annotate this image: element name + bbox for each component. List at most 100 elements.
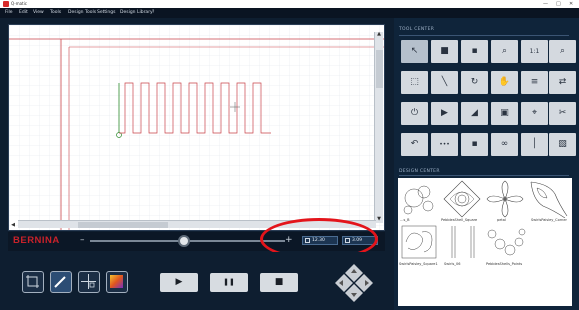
play-button[interactable]: ▶ (160, 273, 198, 292)
color-tool-button[interactable] (106, 271, 128, 293)
canvas-grid (9, 25, 384, 230)
menu-settings[interactable]: Settings (97, 8, 115, 18)
pause-button[interactable]: ❚❚ (210, 273, 248, 292)
play-icon: ▶ (175, 277, 183, 287)
minimize-button[interactable]: — (543, 0, 548, 8)
menu-file[interactable]: File (5, 8, 13, 18)
design-label-1: …s_B (400, 218, 410, 222)
design-label-2: PebblesShell_Square (441, 218, 478, 222)
hand-icon: ✋ (498, 77, 511, 87)
magic-wand-icon: ╲ (441, 77, 448, 87)
zoom-fit-icon: 1:1 (529, 48, 540, 55)
rotate-icon: ↻ (470, 77, 479, 87)
pen-icon (54, 276, 66, 288)
link-icon: ∞ (500, 139, 509, 149)
scroll-down-icon[interactable]: ▼ (375, 215, 383, 223)
tool-button-zoom-fit[interactable]: 1:1 (521, 40, 548, 63)
design-thumb-4[interactable] (529, 180, 569, 218)
tool-button-frame[interactable]: ▣ (491, 102, 518, 125)
tool-button-power[interactable]: ⏻ (401, 102, 428, 125)
tool-button-arrow-right[interactable]: ▶ (431, 102, 458, 125)
tool-button-crosshair[interactable]: ⌖ (521, 102, 548, 125)
frame-icon: ▣ (500, 108, 509, 118)
node-edit-icon: ▪ (471, 46, 478, 56)
tool-button-align[interactable]: ≡ (521, 71, 548, 94)
design-thumb-3[interactable] (485, 179, 525, 219)
stop-square-icon: ■ (440, 46, 449, 56)
close-button[interactable]: ✕ (569, 0, 573, 8)
crosshair-tool-button[interactable] (78, 271, 100, 293)
tool-button-select-arrow[interactable]: ↖ (401, 40, 428, 63)
tool-button-undo[interactable]: ↶ (401, 133, 428, 156)
scroll-left-icon[interactable]: ◀ (9, 221, 17, 229)
tool-button-scissors[interactable]: ✂ (549, 102, 576, 125)
move-icon: ⬚ (410, 77, 419, 87)
tool-button-ruler[interactable]: │ (521, 133, 548, 156)
stop-button[interactable]: ■ (260, 273, 298, 292)
maximize-button[interactable]: □ (556, 0, 561, 8)
design-thumb-6[interactable] (444, 224, 482, 260)
design-thumb-5[interactable] (400, 224, 438, 260)
tool-button-rotate[interactable]: ↻ (461, 71, 488, 94)
menu-view[interactable]: View (33, 8, 44, 18)
tool-button-mirror[interactable]: ◢ (461, 102, 488, 125)
menu-design-library[interactable]: Design Library (120, 8, 153, 18)
design-label-6: Swirls_06 (444, 262, 461, 266)
design-center-title: DESIGN CENTER (399, 169, 440, 174)
design-thumb-7[interactable] (486, 224, 526, 260)
tool-button-export[interactable]: ▧ (549, 133, 576, 156)
tool-button-magic-wand[interactable]: ╲ (431, 71, 458, 94)
horizontal-scroll-thumb[interactable] (78, 222, 168, 228)
scroll-up-icon[interactable]: ▲ (375, 30, 383, 38)
tool-button-flip[interactable]: ⇄ (549, 71, 576, 94)
design-label-3: petal (497, 218, 506, 222)
pause-icon: ❚❚ (223, 278, 235, 286)
title-bar: Q-matic — □ ✕ (0, 0, 579, 8)
export-icon: ▧ (558, 139, 567, 149)
design-label-5: SwirlsPaisley_Square1 (399, 262, 438, 266)
ruler-icon: │ (531, 139, 538, 149)
tool-center-title: TOOL CENTER (399, 27, 435, 32)
tool-button-zoom-out[interactable]: ⌕ (549, 40, 576, 63)
undo-icon: ↶ (410, 139, 419, 149)
arrow-right-icon: ▶ (441, 108, 448, 118)
zoom-out-icon: ⌕ (559, 46, 566, 56)
split-icon: ▪ (471, 139, 478, 149)
direction-pad (333, 262, 375, 304)
tool-button-hand[interactable]: ✋ (491, 71, 518, 94)
mirror-icon: ◢ (471, 108, 478, 118)
bernina-logo: BERNINA (13, 235, 60, 246)
tool-button-split[interactable]: ▪ (461, 133, 488, 156)
zoom-out-button[interactable]: – (80, 234, 85, 246)
quilting-canvas[interactable] (8, 24, 385, 231)
tool-button-node-edit[interactable]: ▪ (461, 40, 488, 63)
tool-button-stitch-repeat[interactable]: ••• (431, 133, 458, 156)
tool-center-divider (399, 35, 569, 36)
scissors-icon: ✂ (558, 108, 567, 118)
tool-button-link[interactable]: ∞ (491, 133, 518, 156)
menu-help[interactable]: ? (152, 8, 154, 18)
tool-button-zoom[interactable]: ⌕ (491, 40, 518, 63)
menu-tools[interactable]: Tools (50, 8, 61, 18)
menu-design-tools[interactable]: Design Tools (68, 8, 96, 18)
zoom-icon: ⌕ (501, 46, 508, 56)
app-window: Q-matic — □ ✕ File Edit View Tools Desig… (0, 0, 579, 310)
design-thumb-1[interactable] (400, 180, 438, 216)
design-label-4: SwirlsPaisley_Corner (531, 218, 567, 222)
align-icon: ≡ (530, 77, 539, 87)
color-palette-icon (110, 275, 123, 288)
tool-button-stop-square[interactable]: ■ (431, 40, 458, 63)
zoom-slider-handle[interactable] (177, 235, 190, 247)
tool-button-move[interactable]: ⬚ (401, 71, 428, 94)
window-title: Q-matic (11, 1, 27, 6)
draw-tool-button[interactable] (50, 271, 72, 293)
vertical-scroll-thumb[interactable] (376, 50, 383, 88)
design-thumb-2[interactable] (442, 179, 482, 219)
crop-icon (26, 275, 39, 288)
menu-edit[interactable]: Edit (19, 8, 28, 18)
stop-icon: ■ (274, 277, 284, 287)
crop-tool-button[interactable] (22, 271, 44, 293)
stitch-repeat-icon: ••• (439, 141, 450, 148)
vertical-scrollbar[interactable]: ▲ ▼ (374, 30, 383, 223)
design-library-area: …s_B PebblesShell_Square petal SwirlsPai… (398, 178, 572, 306)
